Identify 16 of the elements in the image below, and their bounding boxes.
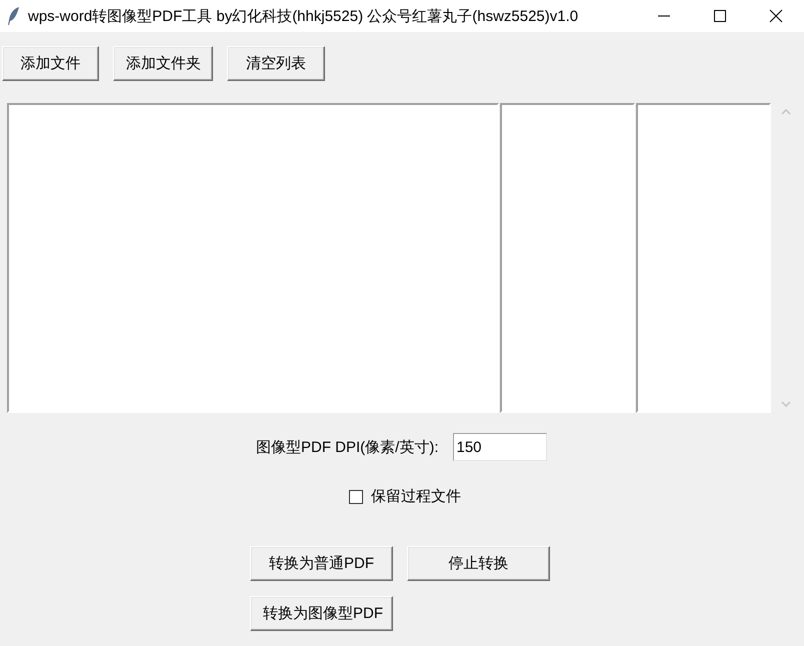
window-title: wps-word转图像型PDF工具 by幻化科技(hhkj5525) 公众号红薯丸子(hswz5525)v1.0 bbox=[28, 6, 578, 26]
checkbox-label: 保留过程文件 bbox=[371, 487, 461, 506]
scroll-up-icon[interactable] bbox=[781, 109, 791, 115]
dpi-label: 图像型PDF DPI(像素/英寸): bbox=[256, 438, 438, 456]
checkbox[interactable] bbox=[349, 490, 363, 504]
toolbar-button[interactable]: 清空列表 bbox=[227, 46, 325, 81]
action-button[interactable]: 转换为图像型PDF bbox=[250, 596, 393, 631]
file-list[interactable] bbox=[500, 103, 635, 413]
feather-icon bbox=[8, 7, 20, 25]
file-list[interactable] bbox=[636, 103, 771, 413]
action-button[interactable]: 转换为普通PDF bbox=[250, 546, 393, 581]
toolbar-button[interactable]: 添加文件夹 bbox=[113, 46, 213, 81]
action-button[interactable]: 停止转换 bbox=[407, 546, 550, 581]
toolbar-button[interactable]: 添加文件 bbox=[2, 46, 99, 81]
dpi-field[interactable]: 150 bbox=[452, 433, 546, 461]
scroll-down-icon[interactable] bbox=[781, 401, 791, 407]
